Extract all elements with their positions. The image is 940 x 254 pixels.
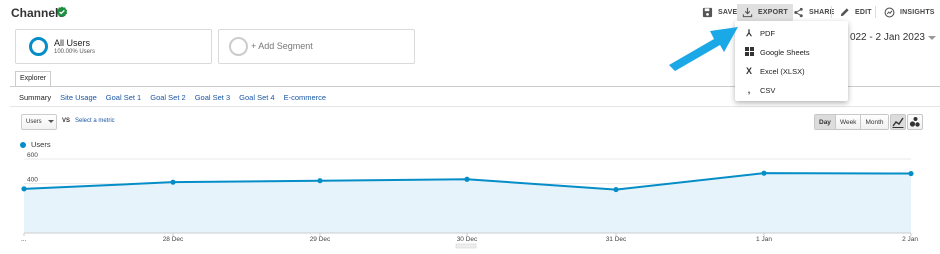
segment-all-users[interactable]: All Users 100.00% Users (15, 29, 212, 64)
data-point (761, 170, 767, 176)
legend-users-swatch (20, 142, 26, 148)
chevron-down-icon[interactable] (48, 120, 54, 123)
segment-subtitle: 100.00% Users (54, 49, 96, 55)
export-csv-item[interactable]: , CSV (735, 81, 848, 99)
line-chart-button[interactable] (890, 114, 906, 130)
save-label: SAVE (718, 9, 738, 16)
granularity-month-button[interactable]: Month (861, 115, 888, 129)
export-excel-label: Excel (XLSX) (760, 66, 805, 76)
subtab-summary[interactable]: Summary (19, 93, 51, 102)
bubble-chart-icon (909, 117, 920, 127)
csv-icon: , (747, 85, 751, 95)
segment-title: All Users (54, 38, 91, 48)
export-button[interactable]: EXPORT (737, 4, 793, 21)
x-tick-label: 28 Dec (163, 236, 184, 243)
insights-label: INSIGHTS (900, 9, 935, 16)
data-point (908, 170, 914, 177)
subtab-goal-set-2[interactable]: Goal Set 2 (150, 93, 185, 102)
x-tick-label: 31 Dec (606, 236, 627, 243)
date-range-picker[interactable]: 022 - 2 Jan 2023 (850, 32, 925, 43)
data-point (613, 186, 619, 193)
subtab-goal-set-3[interactable]: Goal Set 3 (195, 93, 230, 102)
tab-explorer[interactable]: Explorer (15, 71, 52, 87)
excel-icon: X (745, 66, 752, 76)
vs-label: VS (62, 118, 71, 124)
export-google-sheets-label: Google Sheets (760, 47, 810, 57)
save-icon (702, 7, 713, 18)
subtab-goal-set-4[interactable]: Goal Set 4 (239, 93, 274, 102)
data-point (464, 176, 470, 182)
subtab-site-usage[interactable]: Site Usage (60, 93, 97, 102)
subtab-divider (10, 106, 940, 107)
pencil-icon (840, 8, 849, 17)
export-google-sheets-item[interactable]: Google Sheets (735, 43, 848, 61)
subtab-ecommerce[interactable]: E-commerce (284, 93, 327, 102)
toolbar-divider (875, 6, 876, 18)
download-icon (742, 7, 753, 18)
share-icon (794, 7, 803, 18)
date-range-caret-icon[interactable] (928, 36, 936, 40)
export-pdf-label: PDF (760, 28, 775, 38)
save-button[interactable]: SAVE (697, 4, 742, 21)
data-point (21, 186, 27, 192)
explorer-subtabs: Summary Site Usage Goal Set 1 Goal Set 2… (19, 93, 326, 102)
x-tick-label: 29 Dec (310, 236, 331, 243)
segment-empty-ring (229, 37, 248, 56)
sheets-icon (744, 46, 754, 58)
chart-resize-handle (455, 243, 477, 249)
subtab-goal-set-1[interactable]: Goal Set 1 (106, 93, 141, 102)
pointer-arrow-annotation (669, 27, 738, 71)
export-csv-label: CSV (760, 85, 776, 95)
granularity-day-button[interactable]: Day (815, 115, 836, 129)
toolbar-divider (831, 6, 832, 18)
export-excel-item[interactable]: X Excel (XLSX) (735, 62, 848, 80)
x-tick-label: 2 Jan (902, 236, 918, 243)
y-tick-label: 600 (27, 152, 38, 159)
users-line-chart: 600400200...28 Dec29 Dec30 Dec31 Dec1 Ja… (21, 152, 918, 249)
x-tick-label: 1 Jan (756, 236, 772, 243)
x-tick-label: 30 Dec (457, 236, 478, 243)
pdf-icon: ⅄ (746, 27, 752, 38)
line-chart-icon (892, 117, 904, 128)
add-segment-label: + Add Segment (251, 41, 313, 51)
edit-button[interactable]: EDIT (834, 4, 877, 21)
segment-color-ring (29, 37, 48, 56)
granularity-week-button[interactable]: Week (835, 115, 862, 129)
data-point (317, 178, 323, 184)
legend-users-label: Users (31, 140, 51, 149)
data-point (170, 179, 176, 185)
insights-button[interactable]: INSIGHTS (879, 4, 940, 21)
motion-chart-button[interactable] (907, 114, 923, 130)
x-tick-label: ... (21, 236, 27, 243)
y-tick-label: 400 (27, 177, 38, 184)
export-label: EXPORT (758, 9, 788, 16)
insights-icon (884, 7, 895, 18)
select-metric-link[interactable]: Select a metric (75, 118, 115, 124)
export-pdf-item[interactable]: ⅄ PDF (735, 24, 848, 42)
granularity-toggle: Day Week Month (814, 114, 889, 130)
edit-label: EDIT (855, 9, 872, 16)
verified-check-icon (56, 6, 68, 18)
add-segment-button[interactable]: + Add Segment (218, 29, 415, 64)
export-menu: ⅄ PDF Google Sheets X Excel (XLSX) , CSV (735, 21, 848, 101)
